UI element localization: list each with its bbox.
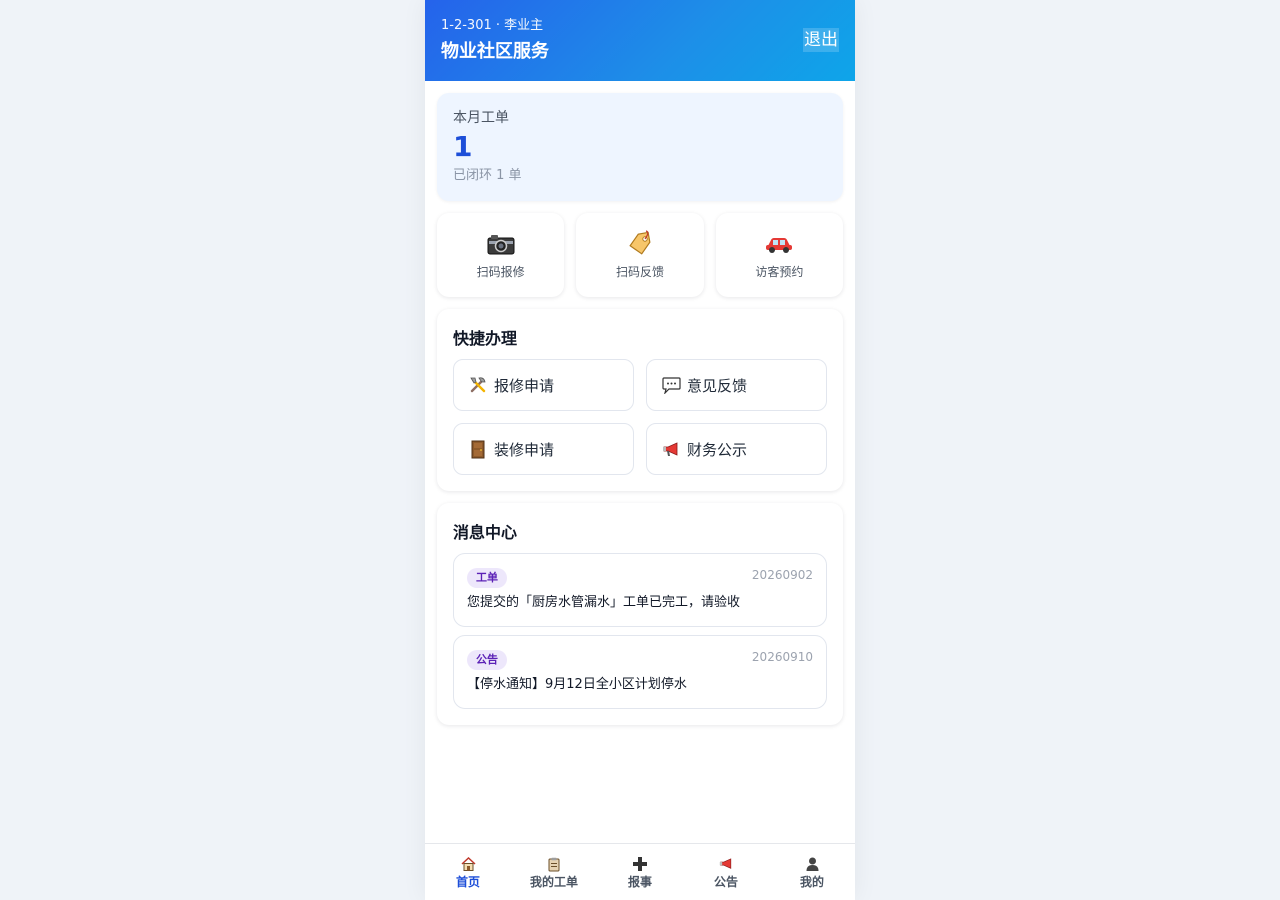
message-date: 20260910 — [751, 650, 813, 664]
main-content: 本月工单 1 已闭环 1 单 扫码报修 扫码反馈 访客预约 快捷办理 报修申请 … — [425, 81, 855, 725]
finance-notice-label: 财务公示 — [687, 440, 748, 459]
quick-actions-panel: 快捷办理 报修申请 意见反馈 装修申请 财务公示 — [437, 309, 843, 491]
stat-label: 本月工单 — [453, 110, 509, 126]
door-icon — [468, 439, 488, 459]
car-icon — [764, 230, 794, 258]
visitor-booking-label: 访客预约 — [755, 265, 804, 279]
scan-repair-button[interactable]: 扫码报修 — [437, 213, 565, 297]
monthly-orders-card: 本月工单 1 已闭环 1 单 — [437, 93, 843, 201]
tab-report[interactable]: 报事 — [597, 844, 683, 900]
feedback-button[interactable]: 意见反馈 — [646, 359, 827, 411]
tab-profile-label: 我的 — [799, 875, 824, 889]
message-date: 20260902 — [751, 568, 813, 582]
message-center-panel: 消息中心 工单 20260902 您提交的「厨房水管漏水」工单已完工，请验收 公… — [437, 503, 843, 725]
bottom-tab-bar: 首页 我的工单 报事 公告 我的 — [425, 843, 855, 900]
stat-note: 已闭环 1 单 — [453, 168, 522, 183]
renovation-request-button[interactable]: 装修申请 — [453, 423, 634, 475]
app-header: 1-2-301 · 李业主 物业社区服务 退出 — [425, 0, 855, 81]
repair-request-label: 报修申请 — [494, 376, 555, 395]
megaphone-icon — [661, 439, 681, 459]
user-icon — [806, 856, 819, 872]
visitor-booking-button[interactable]: 访客预约 — [715, 213, 843, 297]
scan-feedback-button[interactable]: 扫码反馈 — [576, 213, 704, 297]
scan-actions: 扫码报修 扫码反馈 访客预约 — [437, 213, 843, 297]
message-tag: 工单 — [467, 568, 507, 588]
plus-icon — [633, 856, 647, 872]
message-center-title: 消息中心 — [453, 523, 518, 542]
speech-bubble-icon — [661, 375, 681, 395]
home-icon — [460, 856, 476, 872]
app-title: 物业社区服务 — [441, 41, 549, 62]
tab-announcements-label: 公告 — [713, 875, 738, 889]
repair-request-button[interactable]: 报修申请 — [453, 359, 634, 411]
message-item[interactable]: 工单 20260902 您提交的「厨房水管漏水」工单已完工，请验收 — [453, 553, 827, 627]
message-tag: 公告 — [467, 650, 507, 670]
megaphone-icon — [719, 856, 734, 872]
tab-announcements[interactable]: 公告 — [683, 844, 769, 900]
scan-repair-label: 扫码报修 — [476, 265, 525, 279]
feedback-label: 意见反馈 — [687, 376, 748, 395]
renovation-request-label: 装修申请 — [494, 440, 555, 459]
finance-notice-button[interactable]: 财务公示 — [646, 423, 827, 475]
message-text: 【停水通知】9月12日全小区计划停水 — [467, 677, 687, 692]
clipboard-icon — [548, 856, 560, 872]
tab-my-orders-label: 我的工单 — [529, 875, 578, 889]
logout-button[interactable]: 退出 — [803, 28, 839, 52]
user-unit-info: 1-2-301 · 李业主 — [441, 18, 544, 33]
tab-my-orders[interactable]: 我的工单 — [511, 844, 597, 900]
quick-actions-grid: 报修申请 意见反馈 装修申请 财务公示 — [453, 359, 827, 475]
tab-home-label: 首页 — [455, 875, 480, 889]
message-text: 您提交的「厨房水管漏水」工单已完工，请验收 — [467, 595, 741, 610]
tag-icon — [625, 230, 655, 258]
scan-feedback-label: 扫码反馈 — [615, 265, 664, 279]
tab-profile[interactable]: 我的 — [769, 844, 855, 900]
message-item[interactable]: 公告 20260910 【停水通知】9月12日全小区计划停水 — [453, 635, 827, 709]
camera-icon — [486, 230, 516, 258]
quick-actions-title: 快捷办理 — [453, 329, 518, 348]
stat-value: 1 — [453, 130, 473, 163]
app-screen: 1-2-301 · 李业主 物业社区服务 退出 本月工单 1 已闭环 1 单 扫… — [425, 0, 855, 900]
tab-home[interactable]: 首页 — [425, 844, 511, 900]
tools-icon — [468, 375, 488, 395]
tab-report-label: 报事 — [627, 875, 652, 889]
